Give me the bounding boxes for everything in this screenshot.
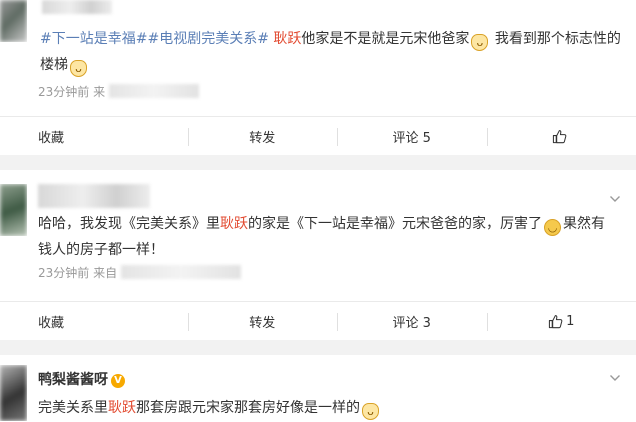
post-text-segment: 楼梯 [40, 57, 68, 73]
collect-button[interactable]: 收藏 [0, 117, 188, 156]
username-redacted [38, 184, 150, 208]
post-text: 哈哈，我发现《完美关系》里耿跃的家是《下一站是幸福》元宋爸爸的家，厉害了 ◡ 果然有… [38, 211, 622, 263]
like-button[interactable]: 1 [486, 302, 636, 341]
avatar[interactable] [0, 365, 27, 421]
username[interactable]: 鸭梨酱酱呀 V [38, 369, 125, 389]
repost-label: 转发 [249, 316, 276, 331]
like-button[interactable] [486, 117, 636, 156]
avatar[interactable] [0, 0, 27, 42]
weibo-post: #下一站是幸福##电视剧完美关系# 耿跃他家是不是就是元宋他爸家 ᴗ 我看到那个标… [0, 0, 636, 155]
post-time: 23分钟前 [38, 85, 90, 99]
chevron-down-icon[interactable] [608, 371, 622, 385]
collect-button[interactable]: 收藏 [0, 302, 188, 341]
weibo-post: 鸭梨酱酱呀 V 完美关系里耿跃那套房跟元宋家那套房好像是一样的 ᴗ [0, 355, 636, 422]
post-text: #下一站是幸福##电视剧完美关系# 耿跃他家是不是就是元宋他爸家 ᴗ 我看到那个标… [40, 26, 622, 78]
comment-label: 评论 5 [392, 131, 431, 146]
post-source-label: 来 [93, 85, 106, 99]
chevron-down-icon[interactable] [608, 192, 622, 206]
mention-highlight: 耿跃 [220, 216, 248, 232]
comment-button[interactable]: 评论 3 [337, 302, 487, 341]
repost-label: 转发 [249, 131, 276, 146]
cat-emoji-icon: ᴗ [362, 403, 379, 420]
cat-emoji-icon: ᴗ [70, 60, 87, 77]
comment-label: 评论 3 [392, 316, 431, 331]
repost-button[interactable]: 转发 [187, 117, 338, 156]
comment-button[interactable]: 评论 5 [337, 117, 487, 156]
post-text-segment: 那套房跟元宋家那套房好像是一样的 [136, 400, 360, 416]
verified-badge: V [111, 374, 125, 388]
collect-label: 收藏 [38, 131, 65, 146]
cat-emoji-icon: ᴗ [471, 34, 489, 51]
post-time: 23分钟前 [38, 266, 90, 280]
repost-button[interactable]: 转发 [187, 302, 338, 341]
post-text-segment: 果然有 [563, 216, 605, 232]
post-text-segment: 他家是不是就是元宋他爸家 [301, 31, 470, 47]
source-redacted [121, 265, 242, 279]
mention-highlight: 耿跃 [108, 400, 136, 416]
post-text-segment: 钱人的房子都一样！ [38, 242, 164, 258]
source-redacted [109, 84, 200, 98]
post-meta: 23分钟前 来自 [38, 264, 242, 281]
post-text-segment: 哈哈，我发现《完美关系》里 [38, 216, 220, 232]
post-text: 完美关系里耿跃那套房跟元宋家那套房好像是一样的 ᴗ [38, 395, 622, 421]
hashtag-link[interactable]: #下一站是幸福# [40, 31, 147, 47]
post-source-label: 来自 [93, 266, 118, 280]
post-text-segment: 我看到那个标志性的 [490, 31, 621, 47]
weibo-post: 哈哈，我发现《完美关系》里耿跃的家是《下一站是幸福》元宋爸爸的家，厉害了 ◡ 果然有… [0, 170, 636, 340]
post-meta: 23分钟前 来 [38, 83, 200, 100]
username-redacted [42, 0, 112, 14]
action-bar: 收藏 转发 评论 5 [0, 116, 636, 156]
avatar[interactable] [0, 184, 27, 236]
hashtag-link[interactable]: #电视剧完美关系# [147, 31, 268, 47]
thumbs-up-icon [549, 315, 563, 329]
mention-highlight: 耿跃 [273, 31, 302, 47]
post-text-segment: 完美关系里 [38, 400, 108, 416]
action-bar: 收藏 转发 评论 3 1 [0, 301, 636, 341]
thumbs-up-icon [553, 130, 567, 144]
like-count: 1 [566, 314, 575, 329]
post-text-segment: 的家是《下一站是幸福》元宋爸爸的家，厉害了 [248, 216, 542, 232]
smile-emoji-icon: ◡ [544, 219, 561, 236]
username-label: 鸭梨酱酱呀 [38, 372, 108, 388]
collect-label: 收藏 [38, 316, 65, 331]
